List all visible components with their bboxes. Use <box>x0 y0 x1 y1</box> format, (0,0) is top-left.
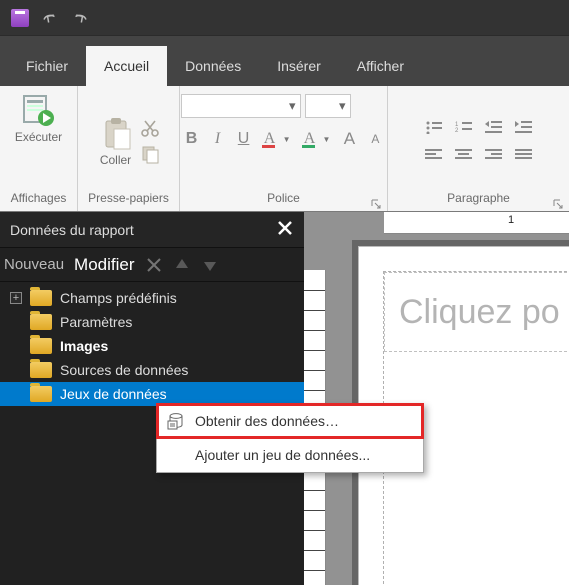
grow-font-button[interactable]: A <box>338 128 360 150</box>
close-icon[interactable] <box>276 219 294 240</box>
chevron-down-icon[interactable]: ▼ <box>283 135 291 144</box>
move-down-icon[interactable] <box>201 256 219 274</box>
justify-button[interactable] <box>511 143 537 167</box>
shrink-font-button[interactable]: A <box>364 128 386 150</box>
paragraph-dialog-launcher-icon[interactable] <box>553 197 563 207</box>
cut-icon[interactable] <box>140 118 160 138</box>
blank-icon <box>167 446 185 464</box>
menu-get-data[interactable]: Obtenir des données… <box>157 404 423 438</box>
underline-button[interactable]: U <box>233 128 255 150</box>
menu-add-dataset[interactable]: Ajouter un jeu de données... <box>157 438 423 472</box>
qat-undo-button[interactable] <box>38 6 62 30</box>
design-surface[interactable]: 1 Cliquez po <box>304 212 569 585</box>
font-dialog-launcher-icon[interactable] <box>371 197 381 207</box>
highlight-button[interactable]: A <box>299 128 321 150</box>
report-title-placeholder[interactable]: Cliquez po <box>384 272 569 352</box>
qat-save-button[interactable] <box>8 6 32 30</box>
align-left-button[interactable] <box>421 143 447 167</box>
tree-node-builtin[interactable]: + Champs prédéfinis <box>0 286 304 310</box>
qat-redo-button[interactable] <box>68 6 92 30</box>
svg-text:2: 2 <box>455 128 459 134</box>
tree-node-images[interactable]: Images <box>0 334 304 358</box>
group-paragraph-label: Paragraphe <box>447 189 510 209</box>
menu-label: Obtenir des données… <box>195 413 339 429</box>
font-color-button[interactable]: A <box>259 128 281 150</box>
run-icon[interactable] <box>20 92 56 128</box>
group-clipboard-label: Presse-papiers <box>88 189 169 209</box>
tab-data[interactable]: Données <box>167 46 259 86</box>
tree-node-sources[interactable]: Sources de données <box>0 358 304 382</box>
tab-home[interactable]: Accueil <box>86 46 167 86</box>
font-family-combo[interactable]: ▾ <box>181 94 301 118</box>
ruler-number: 1 <box>508 214 514 226</box>
paste-label: Coller <box>100 153 131 167</box>
outdent-button[interactable] <box>481 115 507 139</box>
tree-label: Paramètres <box>60 314 296 330</box>
horizontal-ruler: 1 <box>384 212 569 234</box>
move-up-icon[interactable] <box>173 256 191 274</box>
group-views-label: Affichages <box>11 189 67 209</box>
indent-button[interactable] <box>511 115 537 139</box>
bullets-button[interactable] <box>421 115 447 139</box>
chevron-down-icon[interactable]: ▼ <box>323 135 331 144</box>
paste-button[interactable]: Coller <box>98 115 134 167</box>
panel-new-button[interactable]: Nouveau <box>4 256 64 273</box>
folder-icon <box>30 314 52 330</box>
copy-icon[interactable] <box>140 144 160 164</box>
get-data-icon <box>167 412 185 430</box>
expand-icon[interactable]: + <box>10 292 22 304</box>
tree-label: Sources de données <box>60 362 296 378</box>
align-center-button[interactable] <box>451 143 477 167</box>
bold-button[interactable]: B <box>181 128 203 150</box>
panel-title: Données du rapport <box>10 222 134 238</box>
tree-label: Jeux de données <box>60 386 296 402</box>
report-data-panel: Données du rapport Nouveau Modifier + Ch… <box>0 212 304 585</box>
datasets-context-menu: Obtenir des données… Ajouter un jeu de d… <box>156 403 424 473</box>
tab-view[interactable]: Afficher <box>339 46 422 86</box>
tree-node-parameters[interactable]: Paramètres <box>0 310 304 334</box>
menu-label: Ajouter un jeu de données... <box>195 447 370 463</box>
tree-label: Images <box>60 338 296 354</box>
group-font-label: Police <box>267 189 300 209</box>
tree-label: Champs prédéfinis <box>60 290 296 306</box>
delete-icon[interactable] <box>145 256 163 274</box>
folder-icon <box>30 386 52 402</box>
folder-icon <box>30 338 52 354</box>
numbering-button[interactable]: 12 <box>451 115 477 139</box>
tab-file[interactable]: Fichier <box>8 46 86 86</box>
panel-edit-button[interactable]: Modifier <box>74 255 134 275</box>
italic-button[interactable]: I <box>207 128 229 150</box>
align-right-button[interactable] <box>481 143 507 167</box>
font-size-combo[interactable]: ▾ <box>305 94 351 118</box>
tab-insert[interactable]: Insérer <box>259 46 339 86</box>
folder-icon <box>30 290 52 306</box>
folder-icon <box>30 362 52 378</box>
run-label: Exécuter <box>15 130 62 144</box>
